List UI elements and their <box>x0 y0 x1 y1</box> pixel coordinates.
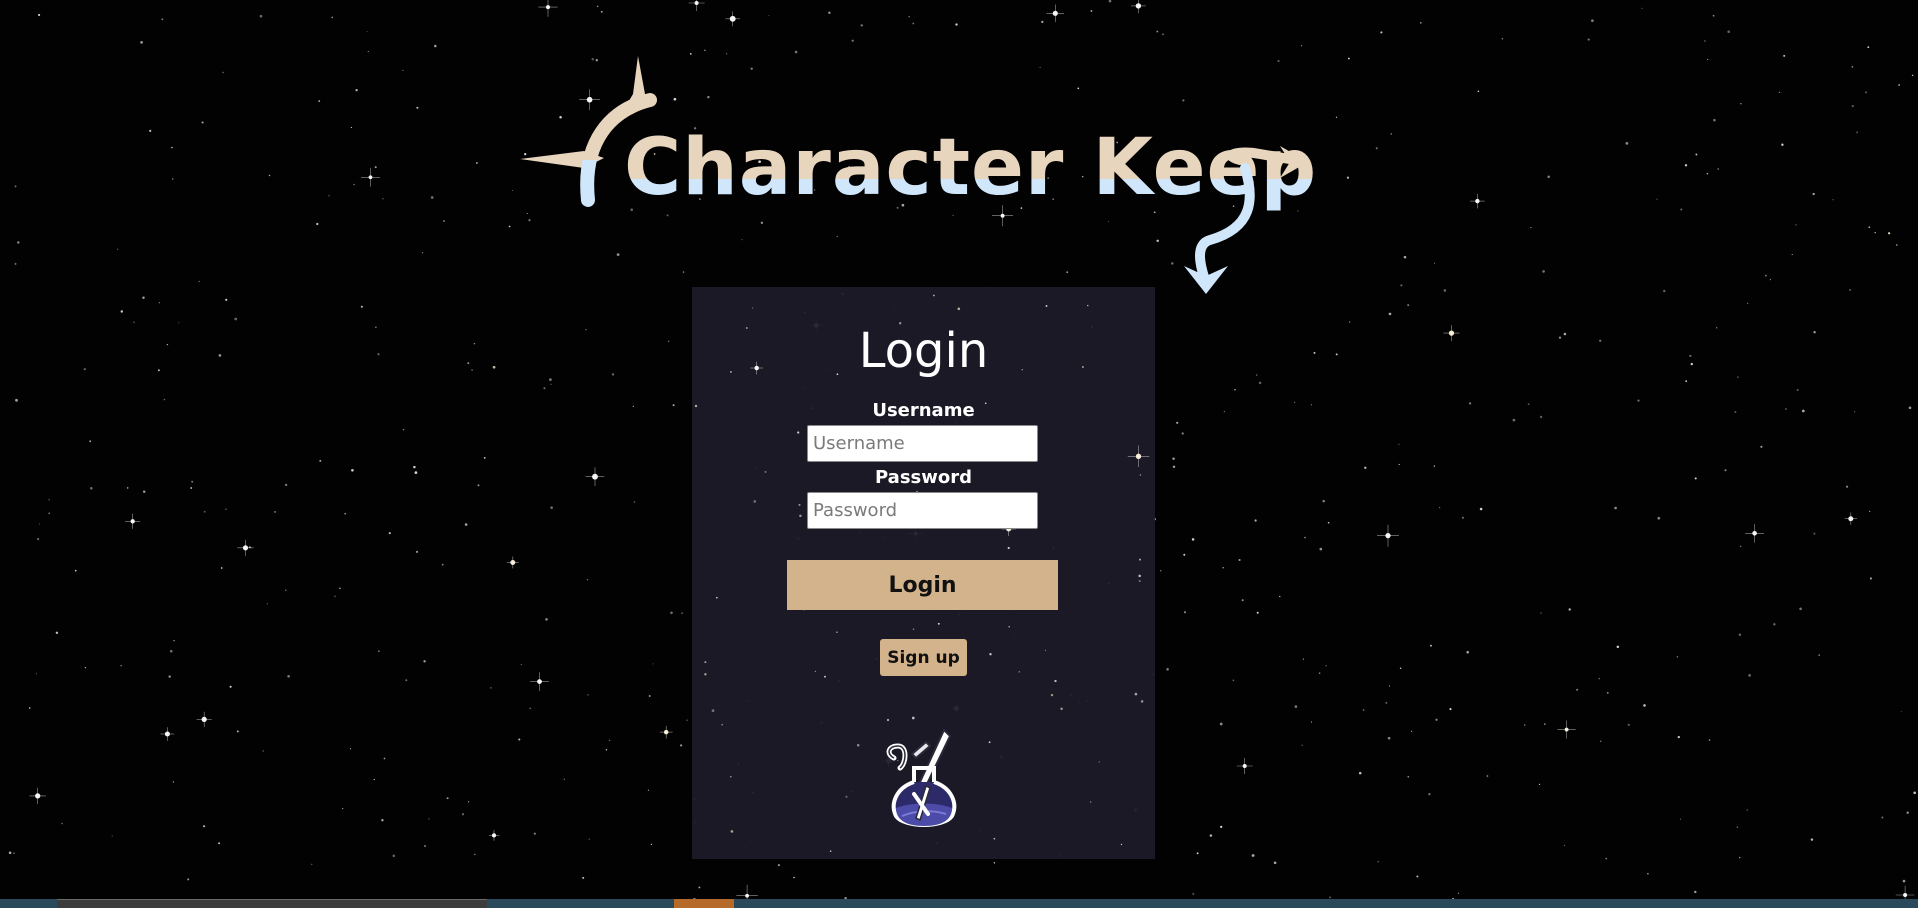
taskbar-active-app[interactable] <box>674 899 734 908</box>
username-input[interactable] <box>807 425 1038 462</box>
potion-sword-icon <box>886 728 957 827</box>
password-input[interactable] <box>807 492 1038 529</box>
sign-up-button[interactable]: Sign up <box>880 639 967 676</box>
password-label: Password <box>874 467 973 488</box>
login-title: Login <box>858 323 989 379</box>
logo-text: Character Keep <box>624 123 1317 213</box>
login-panel: Login Username Password Login Sign up <box>692 287 1155 859</box>
character-keep-logo: Character Keep <box>520 56 1317 294</box>
taskbar-search-box[interactable] <box>57 899 487 908</box>
login-page: Character Keep Login Username Password L… <box>0 0 1918 908</box>
taskbar <box>0 899 1918 908</box>
login-button[interactable]: Login <box>787 560 1058 610</box>
username-label: Username <box>872 400 975 421</box>
